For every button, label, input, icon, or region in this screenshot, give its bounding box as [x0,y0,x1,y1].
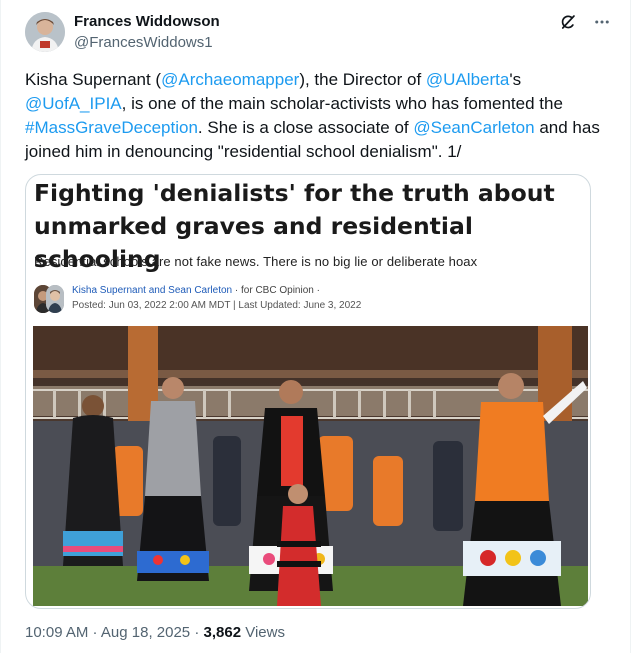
byline-authors[interactable]: Kisha Supernant and Sean Carleton [72,285,232,296]
byline-author-photos [34,285,64,313]
hashtag-massgravedeception[interactable]: #MassGraveDeception [25,118,198,137]
tweet-text-segment: Kisha Supernant ( [25,70,162,89]
tweet-date[interactable]: Aug 18, 2025 [101,624,190,641]
tweet-metadata: 10:09 AM · Aug 18, 2025 · 3,862 Views [25,624,285,641]
tweet-text-segment: 's [509,70,522,89]
tweet-text-segment: ), the Director of [299,70,426,89]
byline-authors-line: Kisha Supernant and Sean Carleton · for … [72,285,320,296]
author-avatar[interactable] [25,12,65,52]
tweet-text-segment: . She is a close associate of [197,118,414,137]
author-photo [46,285,64,313]
article-photo [33,326,588,606]
meta-separator: · [190,624,204,641]
mention-seancarleton[interactable]: @SeanCarleton [413,118,534,137]
meta-separator: · [88,624,101,641]
grok-icon[interactable] [558,12,578,32]
mention-archaeomapper[interactable]: @Archaeomapper [161,70,299,89]
tweet-text: Kisha Supernant (@Archaeomapper), the Di… [25,68,605,164]
tweet-container: Frances Widdowson @FrancesWiddows1 Kisha… [0,0,631,653]
mention-uofa-ipia[interactable]: @UofA_IPIA [25,94,122,113]
mention-ualberta[interactable]: @UAlberta [426,70,509,89]
tweet-text-segment: , is one of the main scholar-activists w… [121,94,563,113]
views-count: 3,862 [203,624,242,641]
author-name[interactable]: Frances Widdowson [74,13,220,30]
article-byline: Kisha Supernant and Sean Carleton · for … [34,283,582,315]
embedded-article-card[interactable]: Fighting 'denialists' for the truth abou… [25,174,591,609]
more-icon[interactable] [592,12,612,32]
tweet-time[interactable]: 10:09 AM [25,624,88,641]
byline-outlet: · for CBC Opinion · [232,285,320,296]
author-handle[interactable]: @FrancesWiddows1 [74,34,213,51]
header-actions [558,12,612,32]
views-label: Views [241,624,285,641]
byline-dates: Posted: Jun 03, 2022 2:00 AM MDT | Last … [72,300,362,311]
article-subheadline: Residential schools are not fake news. T… [34,254,478,269]
